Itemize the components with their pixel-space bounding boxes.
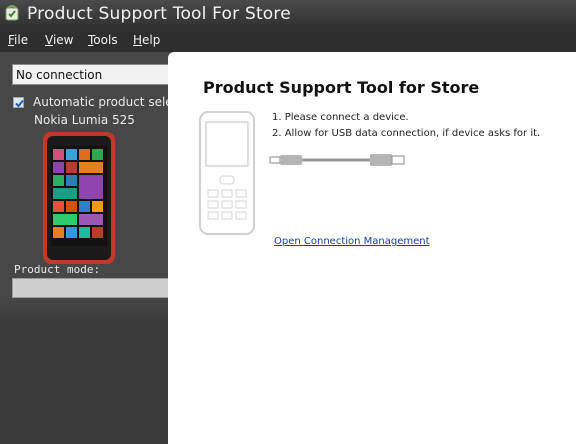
instruction-step-2: 2. Allow for USB data connection, if dev… bbox=[272, 128, 541, 139]
open-connection-management-link[interactable]: Open Connection Management bbox=[274, 236, 430, 247]
window-title: Product Support Tool For Store bbox=[27, 4, 291, 24]
title-bar: Product Support Tool For Store bbox=[0, 0, 576, 30]
page-title: Product Support Tool for Store bbox=[203, 78, 480, 97]
device-image bbox=[43, 132, 115, 264]
product-mode-field bbox=[12, 278, 172, 298]
device-name: Nokia Lumia 525 bbox=[34, 113, 135, 127]
product-mode-label: Product mode: bbox=[14, 263, 101, 276]
main-panel: Product Support Tool for Store 1. Please… bbox=[168, 52, 576, 444]
left-panel-lower bbox=[0, 320, 170, 444]
left-panel-fade bbox=[0, 298, 170, 322]
usb-cable-icon bbox=[268, 152, 408, 168]
menu-view[interactable]: View bbox=[45, 33, 73, 47]
phone-outline-icon bbox=[198, 110, 258, 238]
connection-dropdown[interactable]: No connection bbox=[12, 64, 172, 85]
menu-file[interactable]: File bbox=[8, 33, 28, 47]
menu-bar: File View Tools Help bbox=[0, 30, 576, 52]
app-icon bbox=[5, 5, 19, 21]
menu-tools[interactable]: Tools bbox=[88, 33, 118, 47]
menu-help[interactable]: Help bbox=[133, 33, 160, 47]
instruction-step-1: 1. Please connect a device. bbox=[272, 112, 409, 123]
check-icon bbox=[15, 99, 24, 108]
auto-select-checkbox[interactable] bbox=[13, 97, 24, 108]
